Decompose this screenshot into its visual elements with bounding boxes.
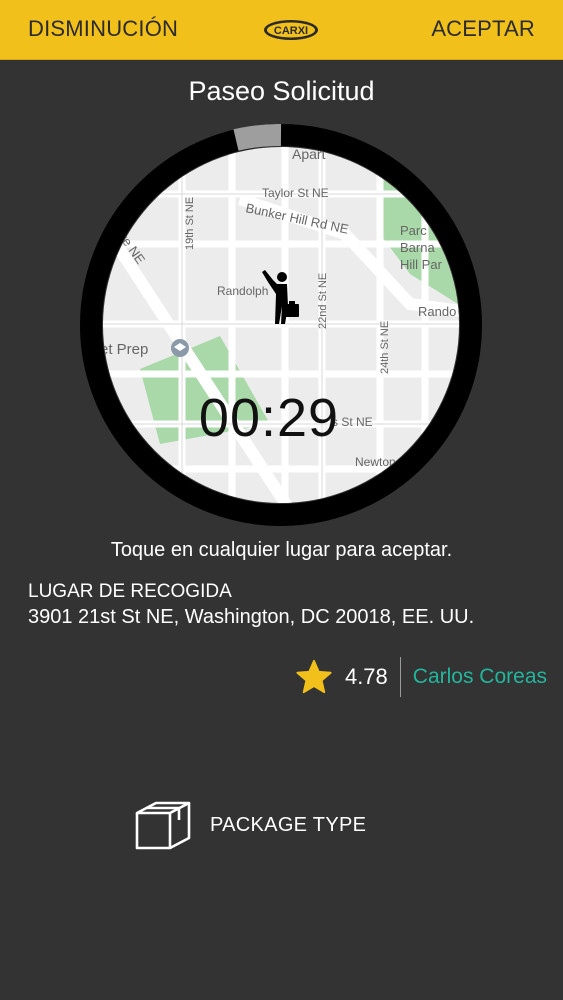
map-label-newton: Newton <box>355 455 396 469</box>
pickup-address: 3901 21st St NE, Washington, DC 20018, E… <box>28 606 475 628</box>
driver-rating: 4.78 <box>344 664 388 689</box>
map-label-park-3: Hill Par <box>400 257 443 272</box>
countdown-timer: 00:29 <box>198 388 340 448</box>
map-label-randolph-2: Rando <box>418 304 456 319</box>
accept-button[interactable]: ACEPTAR <box>431 16 535 42</box>
map-label-park-2: Barna <box>400 240 435 255</box>
map-label-19th: 19th St NE <box>184 197 196 250</box>
top-bar: DISMINUCIÓN CARXI ACEPTAR <box>0 0 563 60</box>
driver-rating-row: 4.78 Carlos Coreas <box>295 656 547 698</box>
map-label-taylor: Taylor St NE <box>262 186 329 200</box>
timer-ring-elapsed <box>233 124 282 151</box>
star-icon <box>296 659 332 694</box>
map-label-randolph: Randolph <box>217 284 268 298</box>
map-label-park: Parc <box>400 223 427 238</box>
map-label-24th: 24th St NE <box>379 321 391 374</box>
carxi-logo: CARXI <box>264 20 318 40</box>
map-label-prep: et Prep <box>100 341 148 358</box>
package-icon <box>135 801 191 850</box>
divider <box>399 657 401 697</box>
pickup-label: LUGAR DE RECOGIDA <box>28 581 232 602</box>
package-type-button[interactable]: PACKAGE TYPE <box>134 799 366 851</box>
tap-to-accept-hint: Toque en cualquier lugar para aceptar. <box>110 539 453 561</box>
driver-name[interactable]: Carlos Coreas <box>413 665 547 689</box>
decline-button[interactable]: DISMINUCIÓN <box>28 16 178 42</box>
page-title: Paseo Solicitud <box>188 76 375 106</box>
ride-request-dial[interactable]: Apart Taylor St NE Bunker Hill Rd NE 19t… <box>80 124 482 526</box>
package-type-label: PACKAGE TYPE <box>210 813 367 836</box>
map-label-22nd: 22nd St NE <box>317 273 329 329</box>
svg-text:CARXI: CARXI <box>274 25 308 37</box>
